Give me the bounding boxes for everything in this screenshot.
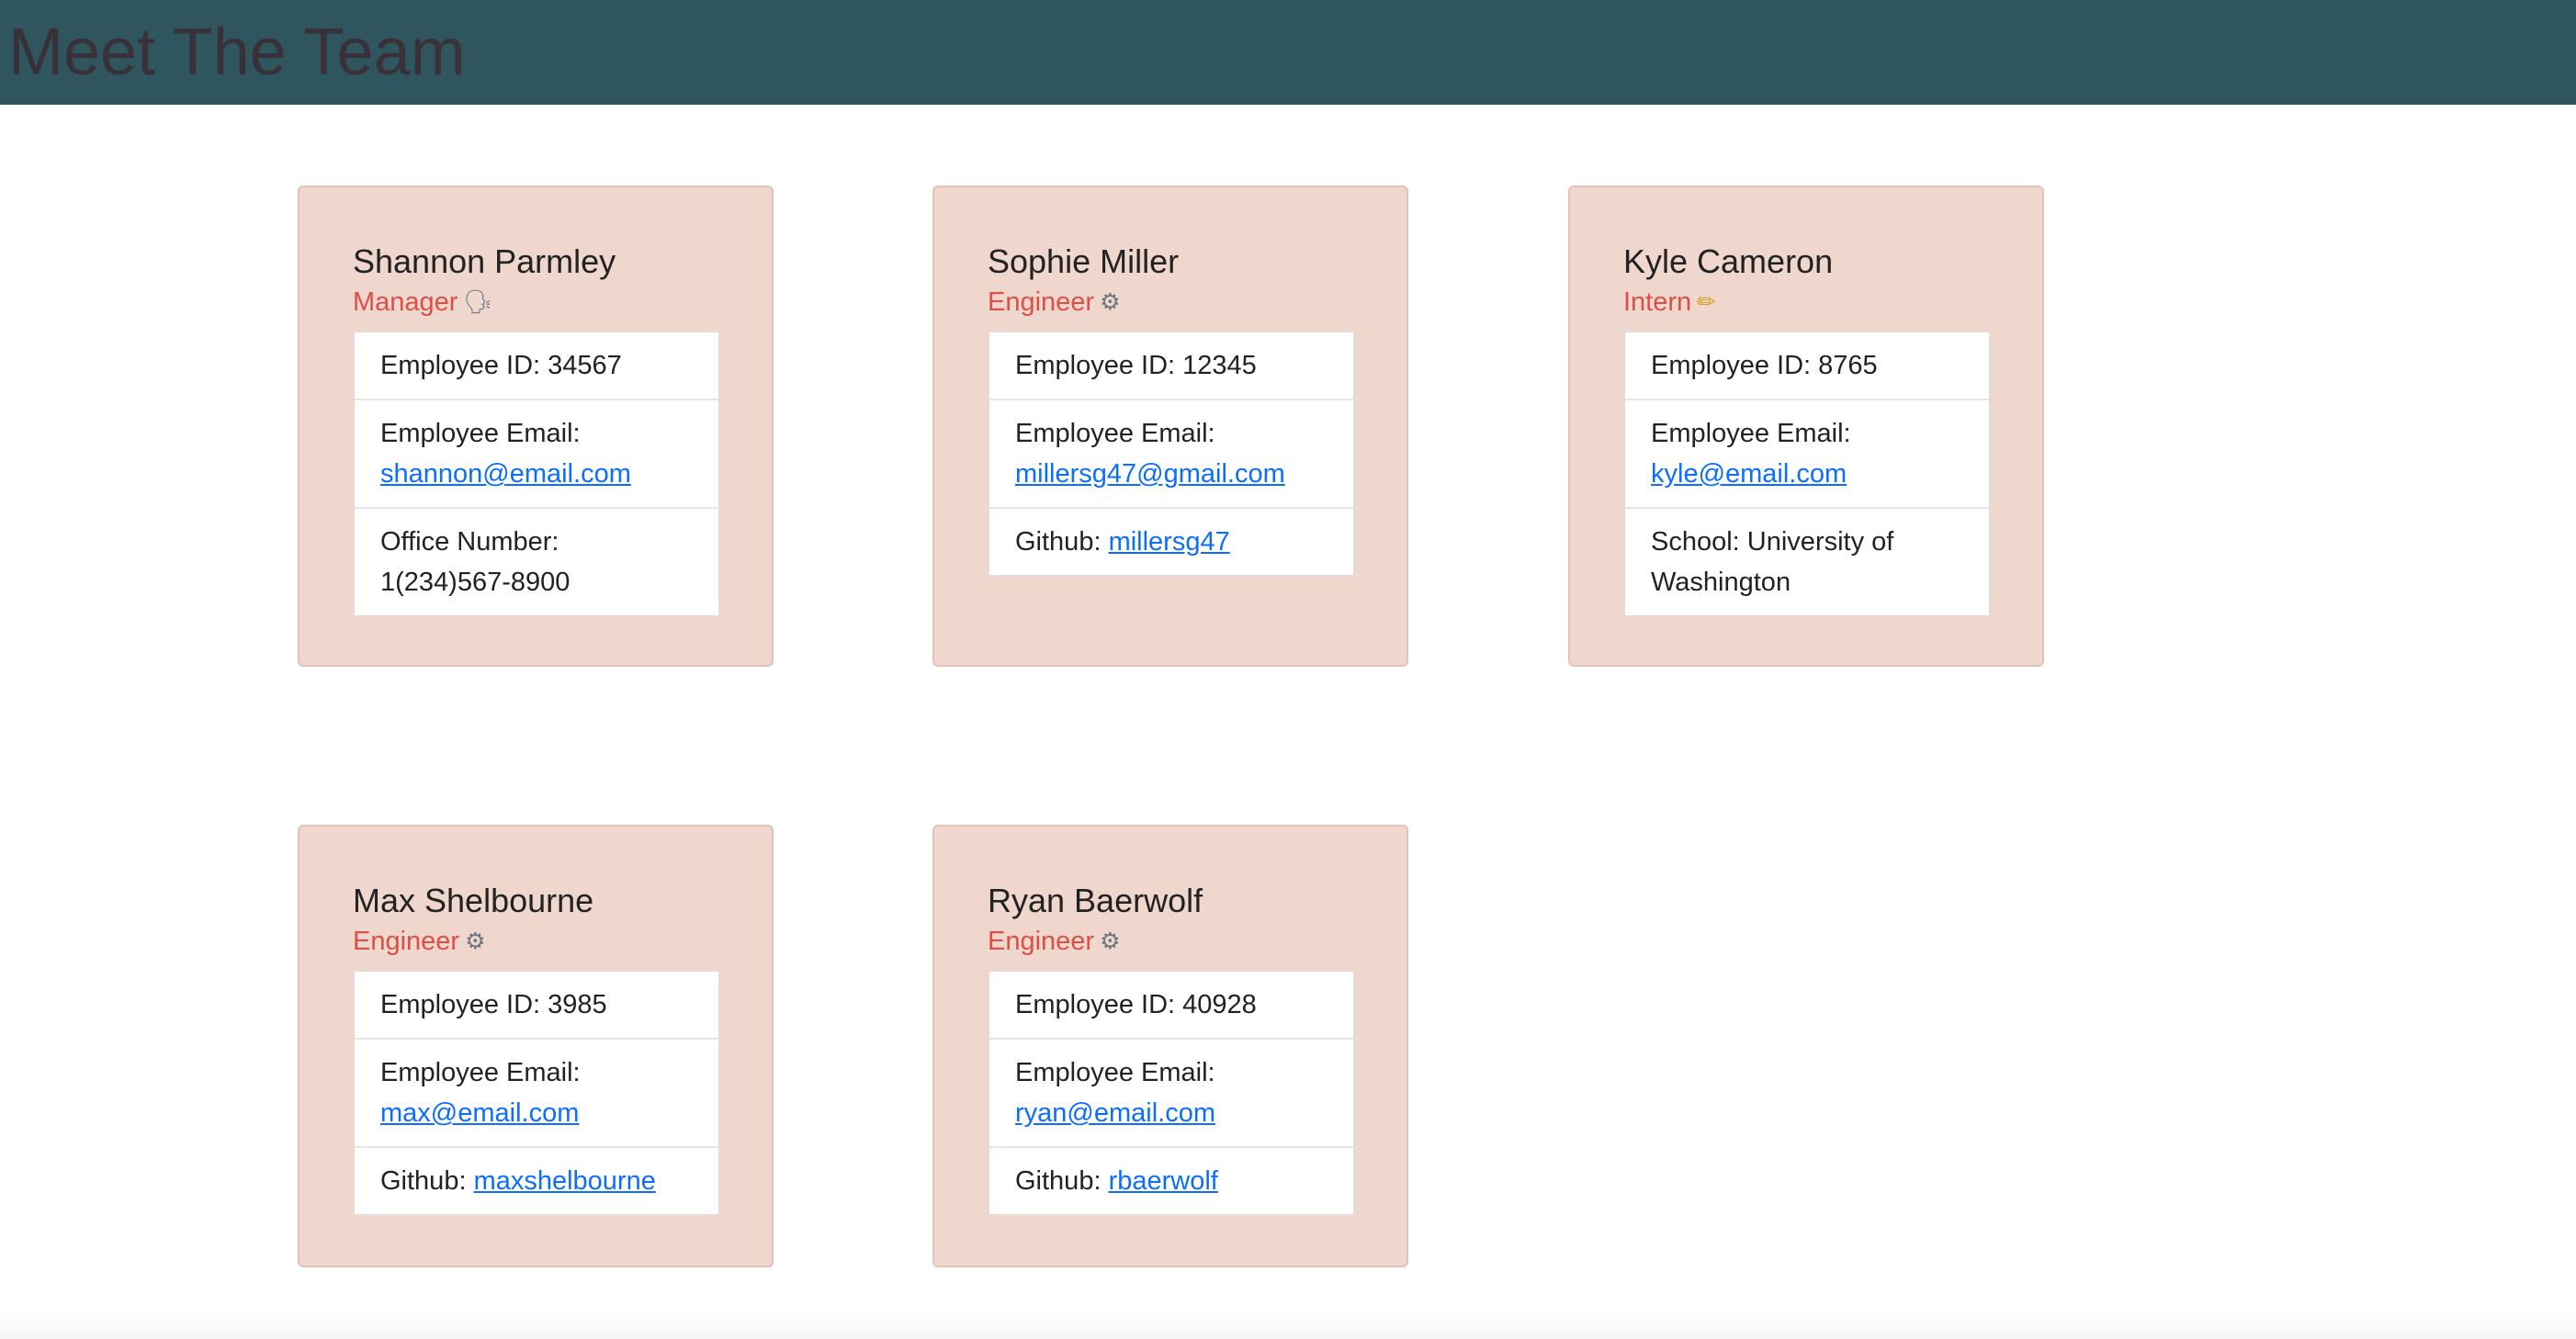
employee-info-list: Employee ID: 34567 Employee Email: shann… [353,331,720,617]
employee-id: Employee ID: 3985 [380,990,607,1019]
github-label: Github: [380,1166,467,1196]
employee-role: Engineer ⚙ [988,283,1121,321]
employee-name: Shannon Parmley [353,242,616,280]
employee-card-manager: Shannon Parmley Manager 🗣 Employee ID: 34… [298,186,774,667]
office-number-value: 1(234)567-8900 [380,568,571,597]
employee-role-label: Engineer [988,287,1095,317]
employee-email-row: Employee Email: max@email.com [355,1038,718,1146]
employee-role: Intern ✏ [1623,283,1716,321]
employee-card-engineer: Sophie Miller Engineer ⚙ Employee ID: 123… [932,186,1408,667]
employee-id: Employee ID: 34567 [380,351,622,380]
github-label: Github: [1015,1166,1102,1196]
employee-email-label: Employee Email: [1015,419,1215,448]
employee-email-link[interactable]: max@email.com [380,1098,579,1128]
employee-name: Ryan Baerwolf [988,882,1203,919]
employee-email-link[interactable]: millersg47@gmail.com [1015,459,1285,489]
pencil-icon: ✏ [1697,289,1717,315]
github-row: Github: millersg47 [989,507,1353,575]
employee-email-label: Employee Email: [1015,1058,1215,1087]
github-link[interactable]: millersg47 [1109,527,1230,557]
employee-email-label: Employee Email: [1651,419,1851,448]
github-label: Github: [1015,527,1102,557]
github-link[interactable]: rbaerwolf [1109,1166,1218,1196]
employee-role: Engineer ⚙ [353,922,486,961]
employee-id: Employee ID: 40928 [1015,990,1257,1019]
employee-info-list: Employee ID: 12345 Employee Email: mille… [988,331,1355,577]
bottom-shadow [0,1310,2576,1339]
employee-id: Employee ID: 12345 [1015,351,1257,380]
github-row: Github: rbaerwolf [989,1146,1353,1214]
employee-id: Employee ID: 8765 [1651,351,1878,380]
employee-role-label: Engineer [353,927,460,956]
employee-email-link[interactable]: kyle@email.com [1651,459,1847,489]
page-title: Meet The Team [8,16,466,89]
school-label: School: [1651,527,1740,557]
employee-email-row: Employee Email: ryan@email.com [989,1038,1353,1146]
employee-role-label: Engineer [988,927,1095,956]
employee-info-list: Employee ID: 3985 Employee Email: max@em… [353,970,720,1216]
employee-name: Max Shelbourne [353,882,594,919]
employee-name: Kyle Cameron [1623,242,1834,280]
employee-card-engineer: Ryan Baerwolf Engineer ⚙ Employee ID: 409… [932,825,1408,1267]
employee-email-label: Employee Email: [380,1058,581,1087]
employee-info-list: Employee ID: 40928 Employee Email: ryan@… [988,970,1355,1216]
page-header: Meet The Team [0,0,2576,105]
speaking-head-icon: 🗣 [463,289,493,315]
employee-card-engineer: Max Shelbourne Engineer ⚙ Employee ID: 39… [298,825,774,1267]
github-row: Github: maxshelbourne [355,1146,718,1214]
github-link[interactable]: maxshelbourne [474,1166,656,1196]
employee-card-intern: Kyle Cameron Intern ✏ Employee ID: 8765 E… [1568,186,2044,667]
gear-icon: ⚙ [1100,928,1121,954]
employee-email-link[interactable]: ryan@email.com [1015,1098,1215,1128]
office-number-row: Office Number: 1(234)567-8900 [355,507,718,615]
employee-email-label: Employee Email: [380,419,581,448]
employee-email-row: Employee Email: kyle@email.com [1625,399,1989,507]
employee-email-row: Employee Email: millersg47@gmail.com [989,399,1353,507]
employee-role-label: Manager [353,287,458,317]
school-row: School: University of Washington [1625,507,1989,615]
employee-email-row: Employee Email: shannon@email.com [355,399,718,507]
employee-name: Sophie Miller [988,242,1180,280]
employee-role-label: Intern [1623,287,1692,317]
employee-info-list: Employee ID: 8765 Employee Email: kyle@e… [1623,331,1991,617]
employee-email-link[interactable]: shannon@email.com [380,459,631,489]
gear-icon: ⚙ [465,928,486,954]
employee-role: Manager 🗣 [353,283,492,321]
gear-icon: ⚙ [1100,289,1121,315]
office-number-label: Office Number: [380,527,559,557]
employee-role: Engineer ⚙ [988,922,1121,961]
